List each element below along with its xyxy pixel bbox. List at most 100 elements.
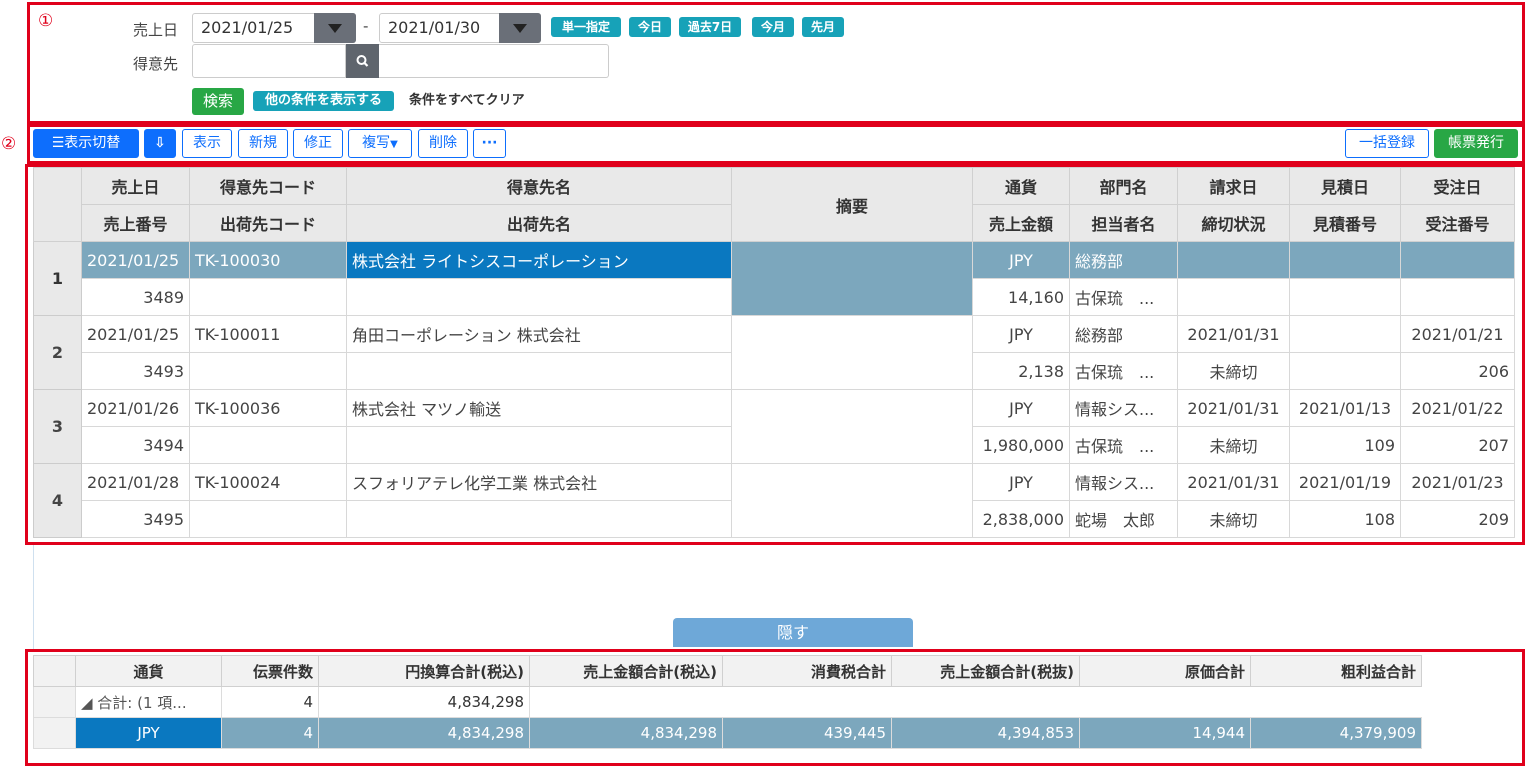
customer-name-cell[interactable]: 株式会社 ライトシスコーポレーション [346,241,732,279]
col-order-date[interactable]: 受注日 [1400,167,1515,205]
shipping-name-cell[interactable] [346,278,732,316]
single-date-button[interactable]: 単一指定 [551,17,621,37]
sales-amount-cell[interactable]: 2,138 [972,352,1070,390]
sum-col-yen-total[interactable]: 円換算合計(税込) [318,655,530,687]
order-date-cell[interactable]: 2021/01/22 [1400,389,1515,427]
shipping-code-cell[interactable] [189,352,347,390]
billing-date-cell[interactable] [1177,241,1290,279]
sales-amount-cell[interactable]: 2,838,000 [972,500,1070,538]
customer-name-cell[interactable]: スフォリアテレ化学工業 株式会社 [346,463,732,501]
sales-date-cell[interactable]: 2021/01/25 [81,315,190,353]
row-number[interactable]: 4 [33,463,82,538]
quote-date-cell[interactable]: 2021/01/19 [1289,463,1401,501]
department-cell[interactable]: 情報シス... [1069,463,1178,501]
sum-col-currency[interactable]: 通貨 [75,655,222,687]
col-memo[interactable]: 摘要 [731,167,973,242]
cost-cell[interactable]: 14,944 [1079,717,1251,749]
today-button[interactable]: 今日 [629,17,671,37]
order-number-cell[interactable] [1400,278,1515,316]
new-button[interactable]: 新規 [238,129,288,158]
currency-cell[interactable]: JPY [972,241,1070,279]
shipping-code-cell[interactable] [189,426,347,464]
sales-number-cell[interactable]: 3495 [81,500,190,538]
col-customer-code[interactable]: 得意先コード [189,167,347,205]
currency-cell[interactable]: JPY [972,315,1070,353]
toggle-view-button[interactable]: ☰表示切替 [33,129,139,158]
sales-incl-cell[interactable]: 4,834,298 [529,717,723,749]
col-sales-amount[interactable]: 売上金額 [972,204,1070,242]
memo-cell[interactable] [731,463,973,538]
group-total-label[interactable]: ◢ 合計: (1 項... [75,686,222,718]
chevron-down-icon[interactable] [499,13,541,43]
sum-col-count[interactable]: 伝票件数 [221,655,319,687]
sales-date-cell[interactable]: 2021/01/28 [81,463,190,501]
sum-col-tax[interactable]: 消費税合計 [722,655,892,687]
staff-cell[interactable]: 古保琉 ... [1069,352,1178,390]
sales-number-cell[interactable]: 3494 [81,426,190,464]
customer-search-button[interactable] [346,44,379,78]
closing-status-cell[interactable]: 未締切 [1177,500,1290,538]
chevron-down-icon[interactable] [314,13,356,43]
table-row[interactable]: 3 2021/01/26 TK-100036 株式会社 マツノ輸送 JPY 情報… [33,389,1515,464]
sales-date-cell[interactable]: 2021/01/25 [81,241,190,279]
order-date-cell[interactable]: 2021/01/21 [1400,315,1515,353]
sum-col-cost[interactable]: 原価合計 [1079,655,1251,687]
delete-button[interactable]: 削除 [418,129,468,158]
col-staff[interactable]: 担当者名 [1069,204,1178,242]
quote-date-cell[interactable] [1289,315,1401,353]
count-cell[interactable]: 4 [221,717,319,749]
row-number[interactable]: 3 [33,389,82,464]
sales-excl-cell[interactable]: 4,394,853 [891,717,1080,749]
currency-cell[interactable]: JPY [972,389,1070,427]
order-number-cell[interactable]: 209 [1400,500,1515,538]
sort-button[interactable]: ⇩ [144,129,176,158]
staff-cell[interactable]: 蛇場 太郎 [1069,500,1178,538]
sales-date-cell[interactable]: 2021/01/26 [81,389,190,427]
col-closing-status[interactable]: 締切状況 [1177,204,1290,242]
billing-date-cell[interactable]: 2021/01/31 [1177,315,1290,353]
table-row[interactable]: 1 2021/01/25 TK-100030 株式会社 ライトシスコーポレーショ… [33,241,1515,316]
last-7-days-button[interactable]: 過去7日 [679,17,741,37]
quote-date-cell[interactable] [1289,241,1401,279]
more-options-button[interactable]: ··· [473,129,506,158]
issue-report-button[interactable]: 帳票発行 [1434,129,1518,158]
closing-status-cell[interactable]: 未締切 [1177,352,1290,390]
department-cell[interactable]: 情報シス... [1069,389,1178,427]
col-sales-date[interactable]: 売上日 [81,167,190,205]
date-from-input[interactable]: 2021/01/25 [192,13,356,43]
bulk-register-button[interactable]: 一括登録 [1345,129,1429,158]
show-more-conditions-button[interactable]: 他の条件を表示する [253,91,394,111]
currency-cell[interactable]: JPY [75,717,222,749]
closing-status-cell[interactable] [1177,278,1290,316]
yen-total-cell[interactable]: 4,834,298 [318,717,530,749]
quote-number-cell[interactable]: 109 [1289,426,1401,464]
sum-col-sales-excl[interactable]: 売上金額合計(税抜) [891,655,1080,687]
shipping-code-cell[interactable] [189,500,347,538]
order-date-cell[interactable]: 2021/01/23 [1400,463,1515,501]
this-month-button[interactable]: 今月 [752,17,794,37]
order-date-cell[interactable] [1400,241,1515,279]
clear-conditions-button[interactable]: 条件をすべてクリア [409,91,525,111]
table-row[interactable]: 4 2021/01/28 TK-100024 スフォリアテレ化学工業 株式会社 … [33,463,1515,538]
currency-cell[interactable]: JPY [972,463,1070,501]
customer-name-cell[interactable]: 株式会社 マツノ輸送 [346,389,732,427]
customer-code-cell[interactable]: TK-100036 [189,389,347,427]
search-button[interactable]: 検索 [192,88,244,115]
sum-col-profit[interactable]: 粗利益合計 [1250,655,1422,687]
quote-number-cell[interactable]: 108 [1289,500,1401,538]
sales-number-cell[interactable]: 3493 [81,352,190,390]
sales-number-cell[interactable]: 3489 [81,278,190,316]
staff-cell[interactable]: 古保琉 ... [1069,278,1178,316]
order-number-cell[interactable]: 206 [1400,352,1515,390]
profit-cell[interactable]: 4,379,909 [1250,717,1422,749]
order-number-cell[interactable]: 207 [1400,426,1515,464]
copy-button[interactable]: 複写▼ [348,129,412,158]
col-billing-date[interactable]: 請求日 [1177,167,1290,205]
sum-col-sales-incl[interactable]: 売上金額合計(税込) [529,655,723,687]
department-cell[interactable]: 総務部 [1069,315,1178,353]
col-department[interactable]: 部門名 [1069,167,1178,205]
memo-cell[interactable] [731,241,973,316]
customer-input[interactable] [192,44,346,78]
col-order-number[interactable]: 受注番号 [1400,204,1515,242]
quote-number-cell[interactable] [1289,278,1401,316]
